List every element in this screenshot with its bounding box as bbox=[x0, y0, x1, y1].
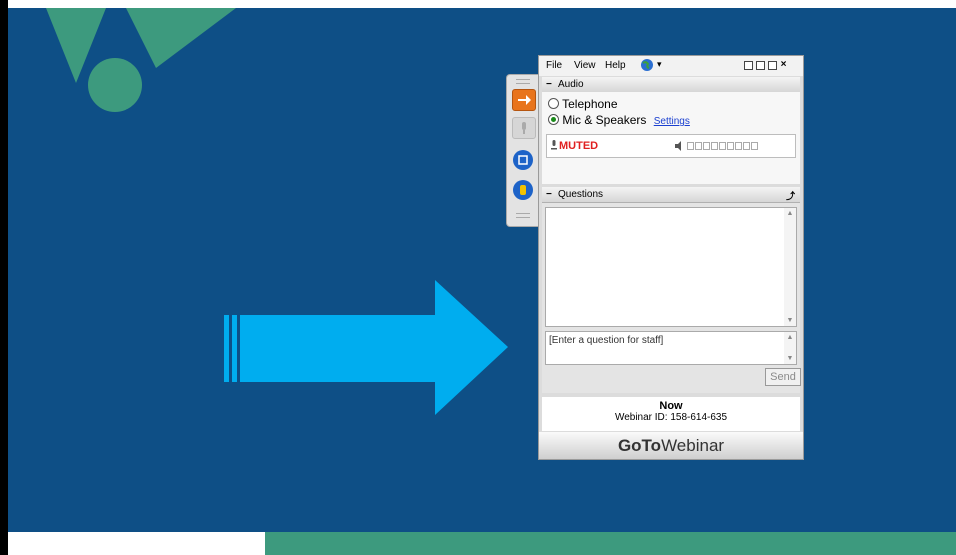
top-white-strip bbox=[0, 0, 956, 8]
microphone-icon bbox=[550, 140, 558, 153]
questions-section-body: ▲ ▼ [Enter a question for staff] ▲ ▼ Sen… bbox=[542, 203, 801, 393]
telephone-radio[interactable] bbox=[548, 98, 559, 109]
collapse-audio-icon[interactable]: − bbox=[546, 79, 552, 90]
restore-icon[interactable] bbox=[768, 61, 777, 70]
speaker-icon bbox=[675, 141, 685, 154]
raise-hand-icon bbox=[513, 180, 533, 200]
minimize-icon[interactable] bbox=[744, 61, 753, 70]
telephone-option[interactable]: Telephone bbox=[548, 97, 618, 111]
mic-speakers-radio[interactable] bbox=[548, 114, 559, 125]
globe-icon[interactable] bbox=[640, 58, 654, 75]
mic-speakers-option[interactable]: Mic & Speakers Settings bbox=[548, 113, 690, 127]
pointer-arrow-graphic bbox=[224, 280, 508, 415]
screen-button[interactable] bbox=[512, 149, 534, 170]
send-button[interactable]: Send bbox=[765, 368, 801, 386]
toolbar-bottom-grip[interactable] bbox=[516, 213, 530, 218]
audio-section-title: Audio bbox=[558, 79, 584, 90]
menu-view[interactable]: View bbox=[574, 60, 596, 71]
collapse-questions-icon[interactable]: − bbox=[546, 189, 552, 200]
menu-file[interactable]: File bbox=[546, 60, 562, 71]
raise-hand-button[interactable] bbox=[512, 179, 534, 200]
brand-light: Webinar bbox=[661, 436, 725, 455]
left-black-border bbox=[0, 0, 8, 555]
language-dropdown-arrow[interactable]: ▾ bbox=[657, 59, 662, 70]
question-input-placeholder: [Enter a question for staff] bbox=[549, 335, 664, 346]
questions-section-title: Questions bbox=[558, 189, 604, 200]
expand-panel-button[interactable] bbox=[512, 89, 536, 111]
footer-green-bar bbox=[265, 532, 956, 555]
audio-settings-link[interactable]: Settings bbox=[654, 116, 690, 127]
audio-section-header[interactable]: − Audio bbox=[542, 77, 800, 93]
session-info: Now Webinar ID: 158-614-635 bbox=[542, 397, 800, 431]
microphone-button[interactable] bbox=[512, 117, 536, 139]
questions-log[interactable]: ▲ ▼ bbox=[545, 207, 797, 327]
logo-right-triangle bbox=[126, 8, 236, 68]
popout-icon[interactable]: ⤴ bbox=[786, 189, 795, 202]
gotowebinar-brand: GoToWebinar bbox=[539, 432, 803, 459]
question-input-scrollbar[interactable]: ▲ ▼ bbox=[784, 332, 796, 364]
webinar-id: Webinar ID: 158-614-635 bbox=[614, 412, 728, 423]
presentation-slide bbox=[8, 8, 956, 532]
gotowebinar-panel: File View Help ▾ × − Audio Telephone Mic… bbox=[538, 55, 804, 460]
microphone-icon bbox=[522, 122, 526, 134]
mic-speakers-label: Mic & Speakers bbox=[562, 113, 647, 127]
close-icon[interactable]: × bbox=[780, 60, 787, 70]
brand-bold: GoTo bbox=[617, 436, 662, 455]
volume-level-meter bbox=[687, 142, 758, 150]
maximize-icon[interactable] bbox=[756, 61, 765, 70]
gtw-side-toolbar bbox=[506, 74, 539, 227]
mute-status-box[interactable]: MUTED bbox=[546, 134, 796, 158]
menu-help[interactable]: Help bbox=[605, 60, 626, 71]
questions-log-scrollbar[interactable]: ▲ ▼ bbox=[784, 208, 796, 326]
telephone-label: Telephone bbox=[562, 97, 618, 111]
audio-section-body: Telephone Mic & Speakers Settings MUTED bbox=[542, 92, 800, 184]
brand-logo bbox=[46, 8, 236, 112]
question-input[interactable]: [Enter a question for staff] ▲ ▼ bbox=[545, 331, 797, 365]
screen-icon bbox=[513, 150, 533, 170]
muted-status-label: MUTED bbox=[559, 140, 599, 152]
questions-section-header[interactable]: − Questions ⤴ bbox=[542, 187, 800, 203]
toolbar-top-grip[interactable] bbox=[516, 79, 530, 84]
logo-circle bbox=[88, 58, 142, 112]
footer-white-block bbox=[8, 532, 265, 555]
menu-bar: File View Help ▾ × bbox=[539, 56, 803, 76]
session-status: Now bbox=[659, 400, 683, 412]
arrow-right-icon bbox=[518, 95, 531, 105]
